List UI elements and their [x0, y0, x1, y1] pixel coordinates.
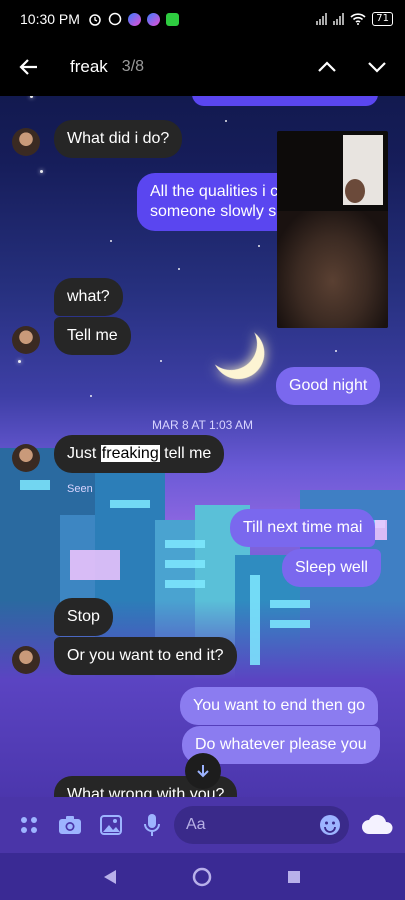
messenger-icon: [146, 12, 160, 26]
video-call-window[interactable]: [277, 131, 388, 328]
message-bubble-incoming[interactable]: what?: [54, 278, 123, 316]
quick-reaction-button[interactable]: [360, 809, 396, 841]
message-composer: [0, 797, 405, 853]
search-header: freak 3/8: [0, 38, 405, 96]
contact-avatar[interactable]: [12, 128, 40, 156]
more-actions-button[interactable]: [13, 809, 45, 841]
message-bubble-outgoing[interactable]: You want to end then go: [180, 687, 378, 725]
triangle-back-icon: [104, 870, 116, 884]
image-icon: [100, 815, 122, 835]
message-bubble-outgoing[interactable]: Good night: [276, 367, 381, 405]
previous-result-button[interactable]: [302, 38, 352, 96]
contact-avatar[interactable]: [12, 444, 40, 472]
system-status: 71: [316, 12, 393, 26]
signal-icon: [316, 13, 328, 25]
message-bubble-incoming[interactable]: Or you want to end it?: [54, 637, 237, 675]
smiley-icon: [320, 815, 340, 835]
next-result-button[interactable]: [352, 38, 402, 96]
search-term: freak: [70, 57, 108, 76]
message-bubble-incoming[interactable]: Stop: [54, 598, 113, 636]
signal-icon: [333, 13, 345, 25]
contact-avatar[interactable]: [12, 646, 40, 674]
search-result-count: 3/8: [121, 58, 145, 75]
back-button[interactable]: [0, 38, 58, 96]
grid-icon: [21, 817, 37, 833]
emoji-button[interactable]: [314, 809, 346, 841]
chevron-down-icon: [368, 62, 386, 73]
circle-home-icon: [192, 867, 212, 887]
system-navigation-bar: [0, 853, 405, 900]
self-video-preview[interactable]: [343, 135, 383, 205]
message-bubble-outgoing[interactable]: Sleep well: [282, 549, 381, 587]
scroll-to-bottom-button[interactable]: [185, 753, 221, 789]
alarm-icon: [89, 14, 101, 26]
message-timestamp: MAR 8 AT 1:03 AM: [152, 418, 253, 432]
message-bubble-outgoing[interactable]: Till next time mai: [230, 509, 376, 547]
microphone-icon: [144, 814, 160, 836]
message-bubble-incoming[interactable]: What did i do?: [54, 120, 183, 158]
nav-home-button[interactable]: [190, 865, 214, 889]
voice-message-button[interactable]: [136, 809, 168, 841]
nav-back-button[interactable]: [98, 865, 122, 889]
cloud-icon: [362, 814, 393, 834]
messenger-icon: [127, 12, 141, 26]
square-recents-icon: [288, 871, 300, 883]
wifi-icon: [350, 13, 366, 25]
arrow-left-icon: [19, 59, 37, 75]
message-bubble-incoming[interactable]: Tell me: [54, 317, 131, 355]
gallery-button[interactable]: [95, 809, 127, 841]
message-bubble-outgoing[interactable]: [192, 96, 378, 106]
download-icon: [165, 12, 179, 26]
status-bar: 10:30 PM 71: [0, 0, 405, 38]
seen-indicator: Seen: [67, 483, 93, 495]
status-time: 10:30 PM: [20, 11, 80, 27]
whatsapp-icon: [108, 12, 122, 26]
message-bubble-incoming[interactable]: Just freaking tell me: [54, 435, 225, 473]
camera-button[interactable]: [54, 809, 86, 841]
contact-avatar[interactable]: [12, 326, 40, 354]
arrow-down-icon: [197, 765, 209, 778]
remote-video-feed: [277, 211, 388, 328]
search-highlight: freaking: [100, 445, 160, 462]
nav-recents-button[interactable]: [282, 865, 306, 889]
battery-indicator: 71: [372, 12, 393, 26]
camera-icon: [59, 816, 81, 834]
chevron-up-icon: [318, 61, 336, 72]
notification-icons: [88, 12, 179, 26]
